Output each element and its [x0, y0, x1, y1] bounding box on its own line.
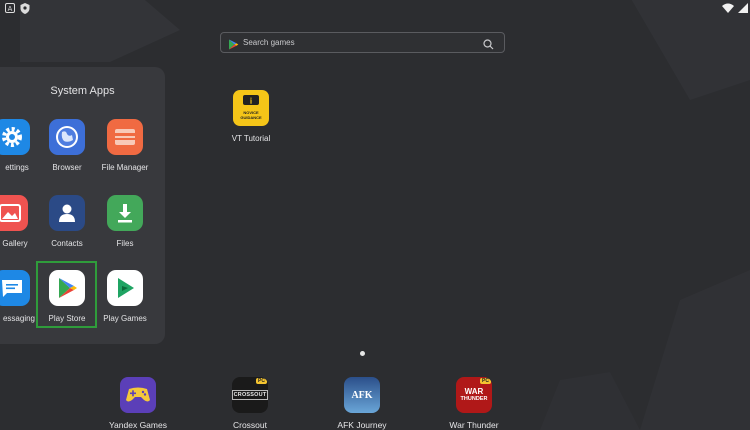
person-icon — [49, 195, 85, 231]
image-icon — [0, 195, 28, 231]
war-thunder-text-2: THUNDER — [460, 395, 488, 402]
war-thunder-text-1: WAR — [464, 386, 484, 396]
chat-icon — [0, 270, 30, 306]
folder-title: System Apps — [50, 85, 115, 97]
google-play-icon — [228, 37, 239, 50]
gamepad-icon — [120, 377, 156, 413]
app-label: Play Games — [103, 314, 147, 323]
app-vt-tutorial[interactable]: i NOVICE GUIDANCE VT Tutorial — [216, 90, 286, 143]
folder-icon — [107, 119, 143, 155]
signal-icon — [737, 2, 749, 14]
play-store-icon — [49, 270, 85, 306]
svg-text:A: A — [8, 6, 13, 13]
notification-a-icon: A — [4, 2, 16, 14]
globe-icon — [49, 119, 85, 155]
app-files[interactable]: Files — [90, 195, 160, 248]
app-play-games[interactable]: Play Games — [90, 270, 160, 323]
search-placeholder: Search games — [243, 38, 295, 47]
app-label: War Thunder — [449, 420, 499, 430]
gear-icon — [0, 119, 30, 155]
search-bar[interactable]: Search games — [220, 32, 505, 53]
pc-badge: PC — [256, 378, 267, 384]
search-icon[interactable] — [483, 37, 494, 50]
war-thunder-icon: WAR THUNDER PC — [456, 377, 492, 413]
app-label: VT Tutorial — [231, 134, 271, 143]
app-war-thunder[interactable]: WAR THUNDER PC War Thunder — [434, 377, 514, 430]
afk-logo-text: AFK — [351, 389, 373, 401]
download-icon — [107, 195, 143, 231]
app-yandex-games[interactable]: Yandex Games — [98, 377, 178, 430]
app-label: Yandex Games — [109, 420, 167, 430]
app-label: Files — [116, 239, 134, 248]
shield-icon — [19, 2, 31, 14]
app-afk-journey[interactable]: AFK AFK Journey — [322, 377, 402, 430]
app-label: AFK Journey — [337, 420, 387, 430]
page-indicator-dot — [360, 351, 365, 356]
status-bar: A — [0, 0, 750, 16]
afk-journey-icon: AFK — [344, 377, 380, 413]
app-label: Crossout — [232, 420, 267, 430]
crossout-icon: CROSSOUT PC — [232, 377, 268, 413]
app-crossout[interactable]: CROSSOUT PC Crossout — [210, 377, 290, 430]
play-games-icon — [107, 270, 143, 306]
vt-tutorial-icon: i NOVICE GUIDANCE — [233, 90, 269, 126]
crossout-logo-text: CROSSOUT — [232, 390, 268, 400]
pc-badge: PC — [480, 378, 491, 384]
app-label: File Manager — [101, 163, 149, 172]
app-file-manager[interactable]: File Manager — [90, 119, 160, 172]
vt-icon-text-2: GUIDANCE — [240, 115, 262, 120]
wifi-icon — [722, 2, 734, 14]
